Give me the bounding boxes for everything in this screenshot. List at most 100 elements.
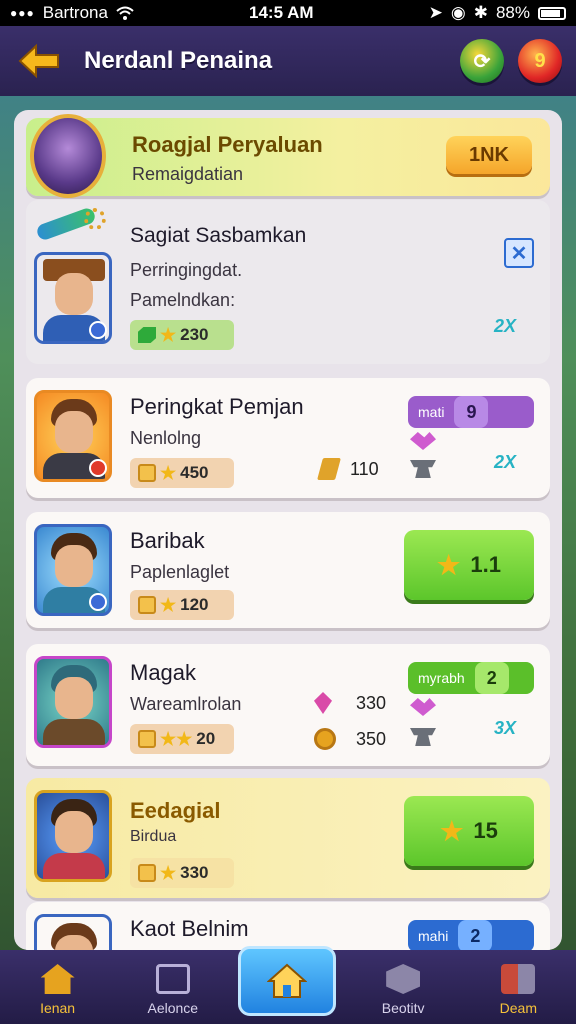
pill-label: mahi — [418, 928, 449, 944]
chest-icon — [138, 864, 156, 882]
notification-count: 9 — [534, 49, 546, 72]
score-value: 20 — [196, 729, 216, 748]
location-icon: ➤ — [428, 3, 443, 22]
pill-value: 9 — [454, 396, 489, 428]
score-pill: ★ 330 — [130, 858, 234, 888]
nav-item-home[interactable]: Ienan — [8, 964, 108, 1016]
notification-button[interactable]: 9 — [518, 39, 562, 83]
nav-label: Beotitv — [381, 1000, 425, 1016]
score-value: 120 — [180, 595, 209, 614]
star-icon: ★ — [160, 862, 177, 883]
close-icon: ✕ — [510, 242, 528, 265]
card-title: Eedagial — [130, 798, 221, 823]
star-button[interactable]: ★ 15 — [404, 796, 534, 866]
resource-value: 350 — [356, 728, 387, 749]
multiplier-label: 2X — [494, 452, 517, 472]
score-pill: ★★ 20 — [130, 724, 234, 754]
star-icon: ★ — [160, 462, 177, 483]
crystal-icon — [410, 432, 436, 450]
nav-item-battle[interactable]: Beotitv — [353, 964, 453, 1016]
alarm-icon: ◉ — [450, 3, 466, 22]
signal-dots-icon: ●●● — [10, 6, 35, 20]
star-icon: ★ — [440, 815, 464, 846]
home-center-button[interactable] — [238, 946, 336, 1016]
pill-value: 2 — [474, 662, 509, 694]
back-arrow-icon — [18, 44, 59, 78]
chest-icon — [138, 464, 156, 482]
button-value: 1.1 — [470, 552, 501, 577]
card-subtitle: Wareamlrolan — [130, 694, 242, 714]
mahi-button[interactable]: mahi 2 — [408, 920, 534, 950]
nav-item-alliance[interactable]: Aelonce — [123, 964, 223, 1016]
list-item[interactable]: Peringkat Pemjan Nenlolng ★ 450 110 mati… — [26, 378, 550, 498]
mati-button[interactable]: mati 9 — [408, 396, 534, 428]
multiplier-label: 3X — [494, 718, 517, 738]
refresh-button[interactable]: ⟳ — [460, 39, 504, 83]
resource-gem: 330 — [314, 692, 386, 714]
star-icon: ★★ — [160, 728, 193, 749]
card-subtitle: Nenlolng — [130, 428, 202, 448]
list-item[interactable]: Eedagial Birdua ★ 330 ★ 15 — [26, 778, 550, 898]
card-title: Kaot Belnim — [130, 916, 249, 941]
claim-button[interactable]: 1NK — [446, 136, 532, 174]
star-icon: ★ — [160, 324, 177, 345]
list-item[interactable]: Sagiat Sasbamkan Perringingdat. Pamelndk… — [26, 200, 550, 364]
avatar — [34, 914, 112, 950]
battery-icon — [537, 6, 566, 20]
avatar — [34, 524, 112, 616]
nav-item-team[interactable]: Deam — [468, 964, 568, 1016]
blocks-icon — [501, 964, 536, 994]
carrier-name: Bartrona — [42, 3, 108, 22]
avatar — [34, 656, 112, 748]
resource-value: 330 — [356, 692, 387, 713]
clock: 14:5 AM — [249, 3, 314, 22]
list-item[interactable]: Kaot Belnim mahi 2 — [26, 902, 550, 950]
resource-coin: 350 — [314, 728, 386, 750]
nav-label: Deam — [499, 1000, 538, 1016]
close-button[interactable]: ✕ — [504, 238, 534, 268]
resource-gold: 110 — [317, 458, 379, 480]
card-line-1: Perringingdat. — [130, 260, 243, 280]
pink-gem-icon — [314, 692, 332, 714]
list-item[interactable]: Baribak Paplenlaglet ★ 120 ★ 1.1 — [26, 512, 550, 628]
card-subtitle: Paplenlaglet — [130, 562, 230, 582]
home-icon — [267, 963, 307, 998]
card-title: Baribak — [130, 528, 205, 553]
myrabh-button[interactable]: myrabh 2 — [408, 662, 534, 694]
anvil-icon — [410, 728, 436, 746]
header-bar: Nerdanl Penaina ⟳ 9 — [0, 26, 576, 96]
score-value: 450 — [180, 463, 209, 482]
back-button[interactable] — [14, 36, 64, 86]
card-subtitle: Remaigdatian — [132, 164, 244, 184]
nav-label: Ienan — [40, 1000, 76, 1016]
multiplier-label: 2X — [494, 316, 517, 336]
battery-percent: 88% — [495, 3, 530, 22]
chest-icon — [138, 596, 156, 614]
score-pill: ★ 120 — [130, 590, 234, 620]
bluetooth-icon: ✱ — [473, 3, 488, 22]
star-button[interactable]: ★ 1.1 — [404, 530, 534, 600]
wifi-icon — [116, 6, 134, 20]
card-subtitle: Birdua — [130, 828, 177, 845]
resource-value: 110 — [350, 458, 379, 479]
avatar — [34, 252, 112, 344]
coin-icon — [314, 728, 336, 750]
score-pill: ★ 230 — [130, 320, 234, 350]
score-pill: ★ 450 — [130, 458, 234, 488]
card-title: Peringkat Pemjan — [130, 394, 304, 419]
nav-label: Aelonce — [147, 1000, 199, 1016]
pill-value: 2 — [458, 920, 493, 950]
gold-bar-icon — [317, 458, 341, 480]
card-title: Magak — [130, 660, 197, 685]
star-icon: ★ — [437, 549, 461, 580]
ranking-panel: Roagjal Peryaluan Remaigdatian 1NK Sagia… — [14, 110, 562, 950]
gear-icon — [84, 208, 106, 230]
list-item[interactable]: Roagjal Peryaluan Remaigdatian 1NK — [26, 114, 550, 198]
flag-icon — [155, 964, 190, 994]
status-bar: ●●● Bartrona 14:5 AM ➤ ◉ ✱ 88% — [0, 0, 576, 26]
card-title: Roagjal Peryaluan — [132, 132, 323, 157]
card-line-2: Pamelndkan: — [130, 290, 236, 310]
score-value: 230 — [180, 325, 209, 344]
avatar — [34, 790, 112, 882]
list-item[interactable]: Magak Wareamlrolan ★★ 20 330 350 myrabh … — [26, 644, 550, 766]
